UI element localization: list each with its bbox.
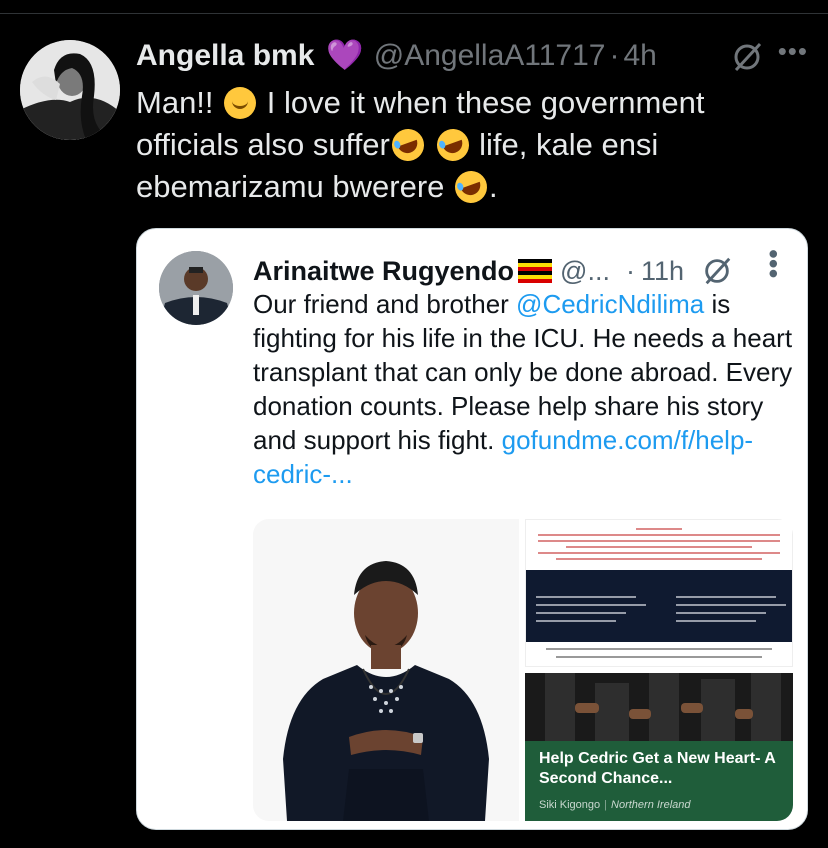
grok-icon[interactable] [701, 255, 733, 287]
rolling-on-floor-laughing-icon [431, 124, 474, 166]
fundraiser-meta: Siki Kigongo | Northern Ireland [539, 799, 691, 811]
author-name[interactable]: Angella bmk [136, 39, 314, 73]
gofundme-card[interactable]: Help Cedric Get a New Heart- A Second Ch… [525, 673, 793, 821]
tweet-time[interactable]: 4h [623, 39, 656, 73]
gofundme-photo [525, 673, 793, 741]
fundraiser-title: Help Cedric Get a New Heart- A Second Ch… [539, 750, 776, 787]
bank-details-panel [526, 570, 792, 642]
mention-link[interactable]: @CedricNdilima [516, 289, 704, 319]
quoted-tweet-card[interactable]: Arinaitwe Rugyendo @... · 11h ••• Our fr… [136, 228, 808, 830]
separator-dot: · [609, 39, 620, 72]
grok-icon[interactable] [730, 40, 764, 74]
cedric-photo[interactable] [253, 519, 519, 821]
donation-letter-image[interactable] [525, 519, 793, 667]
media-grid: Help Cedric Get a New Heart- A Second Ch… [253, 519, 793, 821]
quoted-author-avatar[interactable] [159, 251, 233, 325]
uganda-flag-icon [518, 259, 553, 283]
tweet-header: Angella bmk 💜 @AngellaA11717 · 4h ••• [136, 36, 808, 76]
separator-dot: · [625, 255, 635, 286]
author-avatar[interactable] [20, 40, 120, 140]
author-handle[interactable]: @AngellaA11717 [374, 39, 606, 73]
quoted-text-part: Our friend and brother [253, 289, 517, 319]
more-options-icon[interactable]: ••• [778, 36, 808, 67]
more-options-icon[interactable]: ••• [758, 249, 789, 278]
rolling-on-floor-laughing-icon [450, 166, 492, 208]
meta-separator: | [604, 799, 608, 811]
organizer-name: Siki Kigongo [539, 799, 601, 811]
quoted-tweet-time[interactable]: 11h [641, 256, 684, 287]
top-divider [0, 0, 828, 14]
quoted-author-name[interactable]: Arinaitwe Rugyendo [253, 256, 514, 287]
purple-heart-icon: 💜 [326, 39, 364, 72]
quoted-tweet-text: Our friend and brother @CedricNdilima is… [253, 287, 793, 491]
fundraiser-location: Northern Ireland [611, 799, 691, 811]
tweet-text-part: . [489, 169, 498, 204]
quoted-author-handle[interactable]: @... [560, 256, 610, 287]
rolling-on-floor-laughing-icon [387, 124, 429, 166]
tweet-text-part: Man!! [136, 85, 223, 120]
face-palm-icon [224, 87, 257, 119]
tweet-text: Man!! I love it when these government of… [136, 82, 808, 208]
quoted-tweet-header: Arinaitwe Rugyendo @... · 11h ••• [253, 249, 789, 291]
